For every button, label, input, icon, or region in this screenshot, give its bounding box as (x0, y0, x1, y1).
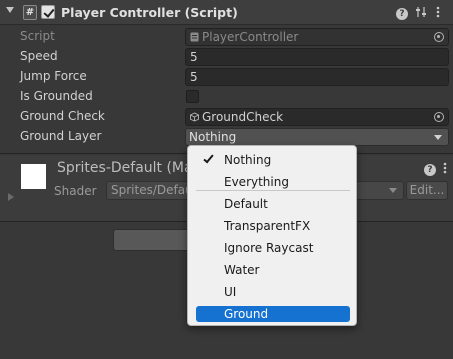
component-title: Player Controller (Script) (61, 5, 238, 20)
ground-check-row: Ground Check GroundCheck (0, 107, 453, 127)
menu-item-water[interactable]: Water (196, 262, 350, 278)
menu-item-ui[interactable]: UI (196, 284, 350, 300)
jump-force-input[interactable]: 5 (185, 68, 449, 86)
layer-mask-menu: Nothing Everything Default TransparentFX… (187, 145, 357, 326)
menu-item-transparentfx[interactable]: TransparentFX (196, 218, 350, 234)
edit-shader-button[interactable]: Edit... (406, 181, 448, 200)
ground-check-label: Ground Check (20, 109, 105, 123)
is-grounded-row: Is Grounded (0, 87, 453, 107)
script-value: PlayerController (202, 30, 299, 44)
ground-check-value: GroundCheck (202, 110, 284, 124)
material-foldout-icon[interactable] (8, 193, 14, 201)
jump-force-row: Jump Force 5 (0, 67, 453, 87)
help-icon[interactable]: ? (394, 4, 410, 20)
help-icon[interactable]: ? (422, 160, 438, 176)
script-field[interactable]: PlayerController (185, 28, 449, 46)
menu-item-nothing[interactable]: Nothing (196, 152, 350, 168)
ground-check-field[interactable]: GroundCheck (185, 108, 449, 126)
chevron-down-icon (389, 188, 397, 193)
script-icon: # (23, 5, 37, 20)
menu-item-default[interactable]: Default (196, 196, 350, 212)
shader-value: Sprites/Defau (111, 183, 193, 197)
foldout-arrow-icon[interactable] (6, 7, 14, 13)
presets-icon[interactable] (413, 4, 429, 20)
script-file-icon (190, 32, 199, 42)
more-icon[interactable] (430, 4, 446, 20)
is-grounded-checkbox[interactable] (186, 90, 199, 103)
ground-layer-dropdown[interactable]: Nothing (185, 128, 449, 146)
chevron-down-icon (434, 135, 442, 140)
speed-input[interactable]: 5 (185, 48, 449, 66)
component-enabled-checkbox[interactable] (41, 5, 55, 19)
menu-separator (196, 190, 350, 191)
is-grounded-label: Is Grounded (20, 89, 93, 103)
ground-layer-label: Ground Layer (20, 129, 102, 143)
jump-force-label: Jump Force (20, 69, 87, 83)
script-row: Script PlayerController (0, 27, 453, 47)
object-picker-icon[interactable] (434, 112, 444, 122)
speed-label: Speed (20, 49, 58, 63)
object-picker-icon[interactable] (434, 32, 444, 42)
material-name: Sprites-Default (Mat (57, 160, 199, 176)
checkmark-icon (203, 152, 214, 164)
menu-item-ground[interactable]: Ground (196, 306, 350, 322)
ground-layer-row: Ground Layer Nothing (0, 127, 453, 147)
transform-cube-icon (190, 112, 199, 122)
script-label: Script (20, 29, 55, 43)
speed-row: Speed 5 (0, 47, 453, 67)
ground-layer-value: Nothing (189, 130, 237, 144)
menu-item-ignore-raycast[interactable]: Ignore Raycast (196, 240, 350, 256)
menu-item-everything[interactable]: Everything (196, 174, 350, 190)
component-header[interactable]: # Player Controller (Script) ? (0, 0, 453, 25)
material-preview-thumbnail (21, 164, 46, 189)
shader-label: Shader (54, 184, 97, 198)
more-icon[interactable] (437, 160, 453, 176)
